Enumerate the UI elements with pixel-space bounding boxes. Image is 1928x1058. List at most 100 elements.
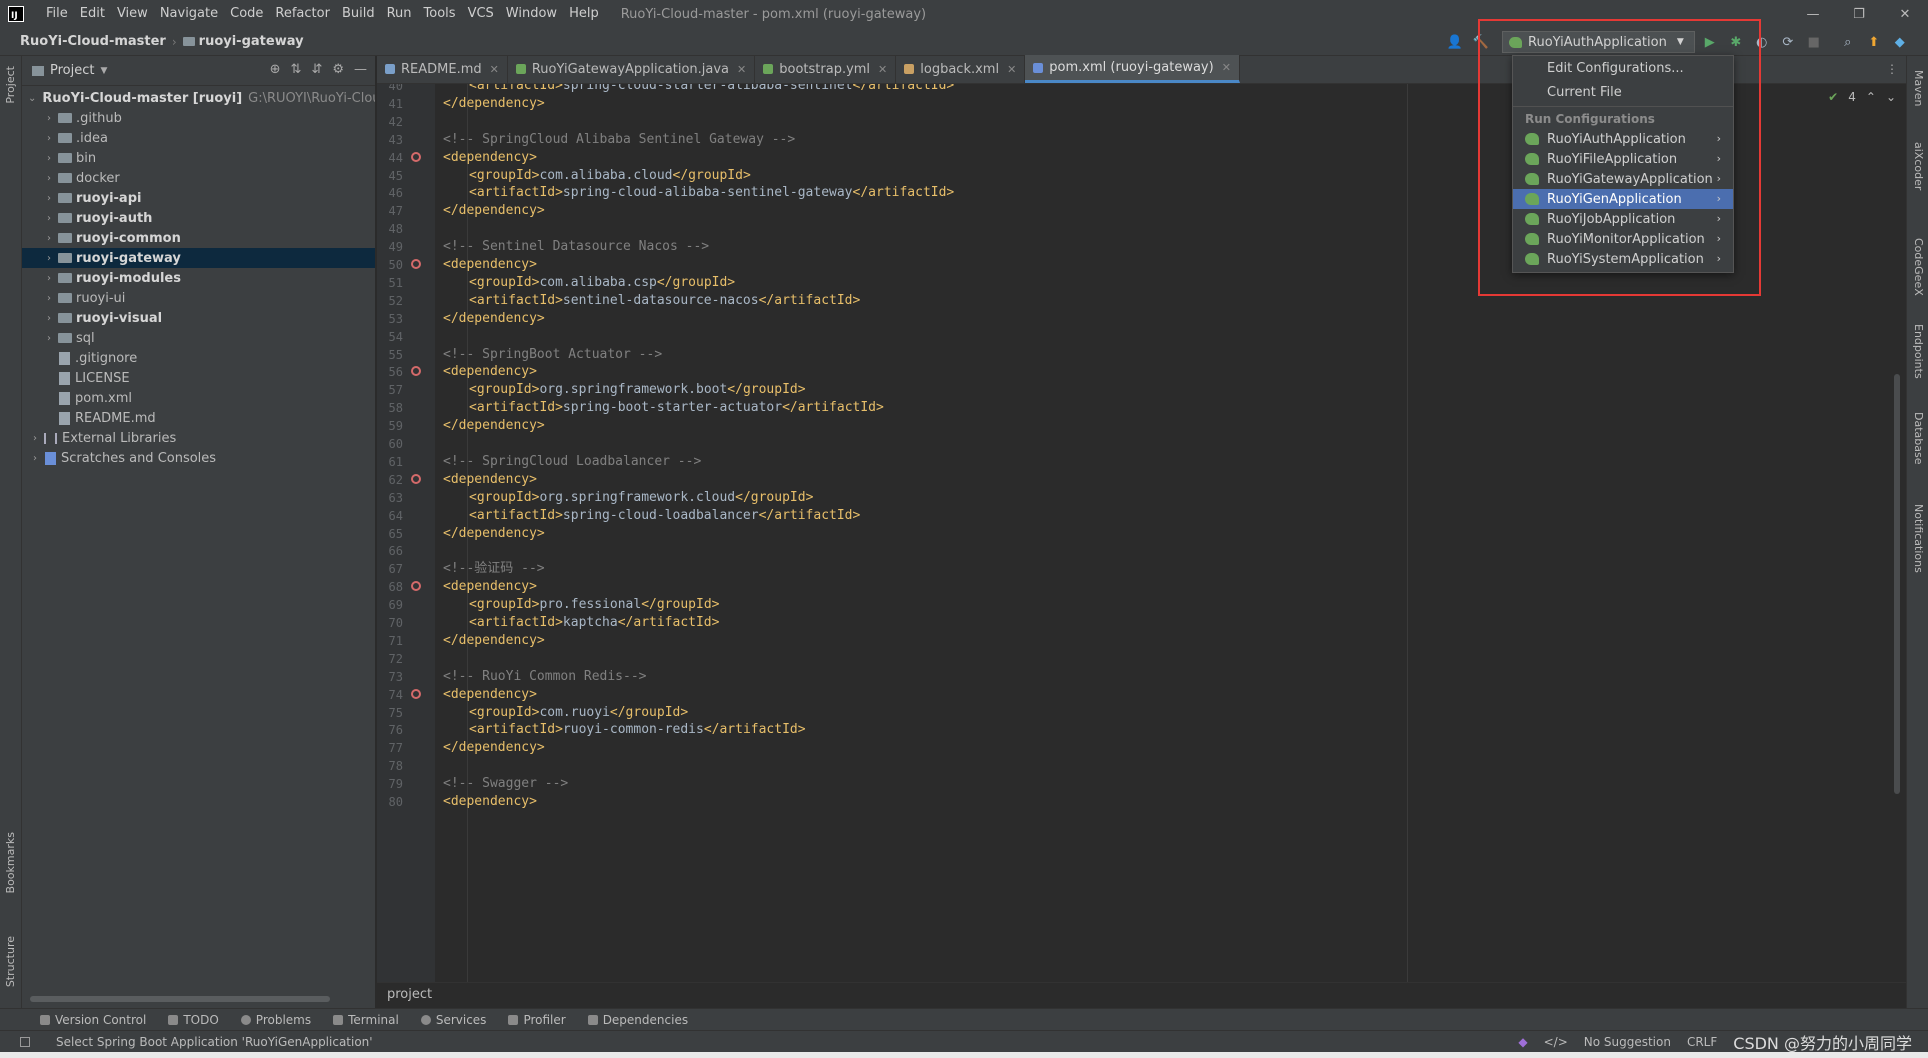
tree-item[interactable]: › sql xyxy=(22,328,375,348)
expand-arrow-icon[interactable]: › xyxy=(42,293,56,304)
tree-item[interactable]: › ruoyi-visual xyxy=(22,308,375,328)
maven-tool-tab[interactable]: Maven xyxy=(1912,70,1925,106)
expand-arrow-icon[interactable]: › xyxy=(42,273,56,284)
maven-dependency-icon[interactable] xyxy=(411,473,421,484)
external-libraries[interactable]: › External Libraries xyxy=(22,428,375,448)
locate-icon[interactable]: ⊕ xyxy=(270,62,281,77)
editor-vertical-scrollbar[interactable] xyxy=(1894,374,1900,794)
maven-dependency-icon[interactable] xyxy=(411,259,421,269)
database-tool-tab[interactable]: Database xyxy=(1912,412,1925,465)
menu-code[interactable]: Code xyxy=(224,0,269,28)
expand-arrow-icon[interactable]: › xyxy=(42,253,56,264)
tree-item[interactable]: › docker xyxy=(22,168,375,188)
run-configuration-item[interactable]: RuoYiAuthApplication › xyxy=(1513,129,1733,149)
maven-dependency-icon[interactable] xyxy=(411,581,421,592)
scratches-and-consoles[interactable]: › Scratches and Consoles xyxy=(22,448,375,468)
expand-arrow-icon[interactable]: › xyxy=(42,173,56,184)
tree-item[interactable]: › ruoyi-gateway xyxy=(22,248,375,268)
inspection-widget[interactable]: ✔ 4 ⌃ ⌄ xyxy=(1828,90,1896,104)
maven-dependency-icon[interactable] xyxy=(411,688,421,699)
tree-item[interactable]: › ruoyi-common xyxy=(22,228,375,248)
expand-arrow-icon[interactable]: › xyxy=(42,333,56,344)
tree-item[interactable]: › .idea xyxy=(22,128,375,148)
codegeex-tool-tab[interactable]: CodeGeeX xyxy=(1912,238,1925,296)
chevron-up-icon[interactable]: ⌃ xyxy=(1866,90,1876,104)
plugin-icon[interactable]: ◆ xyxy=(1889,31,1911,53)
chevron-right-icon[interactable]: › xyxy=(1717,149,1721,169)
chevron-right-icon[interactable]: › xyxy=(1717,189,1721,209)
todo-tool[interactable]: TODO xyxy=(168,1013,219,1027)
tree-item[interactable]: › ruoyi-api xyxy=(22,188,375,208)
menu-edit[interactable]: Edit xyxy=(74,0,111,28)
structure-tool-tab[interactable]: Structure xyxy=(4,936,17,987)
minimize-icon[interactable]: — xyxy=(1790,0,1836,28)
toggle-tool-windows-icon[interactable] xyxy=(20,1036,30,1047)
restore-icon[interactable]: ❐ xyxy=(1836,0,1882,28)
menu-run[interactable]: Run xyxy=(381,0,418,28)
tree-item[interactable]: › .github xyxy=(22,108,375,128)
menu-refactor[interactable]: Refactor xyxy=(269,0,336,28)
maven-dependency-icon[interactable] xyxy=(411,366,421,377)
chevron-right-icon[interactable]: › xyxy=(1717,249,1721,269)
expand-arrow-icon[interactable]: › xyxy=(42,313,56,324)
expand-arrow-icon[interactable]: › xyxy=(42,153,56,164)
run-configuration-item[interactable]: RuoYiJobApplication › xyxy=(1513,209,1733,229)
menu-tools[interactable]: Tools xyxy=(418,0,462,28)
menu-file[interactable]: File xyxy=(40,0,74,28)
tree-item[interactable]: › ruoyi-modules xyxy=(22,268,375,288)
menu-build[interactable]: Build xyxy=(336,0,381,28)
menu-view[interactable]: View xyxy=(111,0,154,28)
chevron-right-icon[interactable]: › xyxy=(1717,229,1721,249)
chevron-down-icon[interactable]: ⌄ xyxy=(1886,90,1896,104)
chevron-down-icon[interactable]: ▼ xyxy=(100,66,107,76)
run-configuration-item[interactable]: RuoYiGenApplication › xyxy=(1513,189,1733,209)
tree-item[interactable]: pom.xml xyxy=(22,388,375,408)
tree-item[interactable]: › ruoyi-auth xyxy=(22,208,375,228)
profiler-tool[interactable]: Profiler xyxy=(508,1013,566,1027)
tree-item[interactable]: › ruoyi-ui xyxy=(22,288,375,308)
tree-item[interactable]: README.md xyxy=(22,408,375,428)
tree-item[interactable]: › bin xyxy=(22,148,375,168)
editor-breadcrumb[interactable]: project xyxy=(387,987,432,1002)
chevron-right-icon[interactable]: › xyxy=(1717,169,1721,189)
maven-dependency-icon[interactable] xyxy=(411,151,421,162)
editor-tab[interactable]: README.md ✕ xyxy=(377,55,508,83)
collapse-all-icon[interactable]: ⇵ xyxy=(311,62,322,77)
editor-tab[interactable]: pom.xml (ruoyi-gateway) ✕ xyxy=(1025,55,1240,83)
code-suggestion-icon[interactable]: </> xyxy=(1544,1035,1568,1049)
tree-item[interactable]: LICENSE xyxy=(22,368,375,388)
run-configuration-item[interactable]: RuoYiMonitorApplication › xyxy=(1513,229,1733,249)
aixcoder-tool-tab[interactable]: aiXcoder xyxy=(1912,142,1925,190)
close-tab-icon[interactable]: ✕ xyxy=(1222,61,1231,74)
close-tab-icon[interactable]: ✕ xyxy=(878,63,887,76)
aixcoder-status-icon[interactable]: ◆ xyxy=(1518,1035,1527,1049)
editor-tab[interactable]: logback.xml ✕ xyxy=(896,55,1026,83)
endpoints-tool-tab[interactable]: Endpoints xyxy=(1912,324,1925,379)
close-icon[interactable]: ✕ xyxy=(1882,0,1928,28)
expand-arrow-icon[interactable]: ⌄ xyxy=(28,93,36,104)
notifications-tool-tab[interactable]: Notifications xyxy=(1912,504,1925,573)
line-separator[interactable]: CRLF xyxy=(1687,1035,1717,1049)
project-panel-title[interactable]: Project xyxy=(50,63,94,78)
menu-vcs[interactable]: VCS xyxy=(462,0,500,28)
current-file-item[interactable]: Current File xyxy=(1513,80,1733,104)
expand-arrow-icon[interactable]: › xyxy=(42,233,56,244)
stop-icon[interactable]: ■ xyxy=(1803,31,1825,53)
update-icon[interactable]: ⬆ xyxy=(1863,31,1885,53)
run-configuration-item[interactable]: RuoYiFileApplication › xyxy=(1513,149,1733,169)
chevron-right-icon[interactable]: › xyxy=(1717,209,1721,229)
expand-arrow-icon[interactable]: › xyxy=(28,433,42,444)
more-tabs-icon[interactable]: ⋮ xyxy=(1886,62,1898,76)
menu-window[interactable]: Window xyxy=(500,0,563,28)
version-control-tool[interactable]: Version Control xyxy=(40,1013,146,1027)
expand-arrow-icon[interactable]: › xyxy=(28,453,42,464)
close-tab-icon[interactable]: ✕ xyxy=(490,63,499,76)
terminal-tool[interactable]: Terminal xyxy=(333,1013,399,1027)
breadcrumb-module[interactable]: ruoyi-gateway xyxy=(199,34,304,49)
expand-arrow-icon[interactable]: › xyxy=(42,193,56,204)
run-configuration-item[interactable]: RuoYiGatewayApplication › xyxy=(1513,169,1733,189)
editor-tab[interactable]: RuoYiGatewayApplication.java ✕ xyxy=(508,55,756,83)
expand-arrow-icon[interactable]: › xyxy=(42,213,56,224)
suggestion-status[interactable]: No Suggestion xyxy=(1584,1035,1671,1049)
breadcrumb-root[interactable]: RuoYi-Cloud-master xyxy=(20,34,166,49)
